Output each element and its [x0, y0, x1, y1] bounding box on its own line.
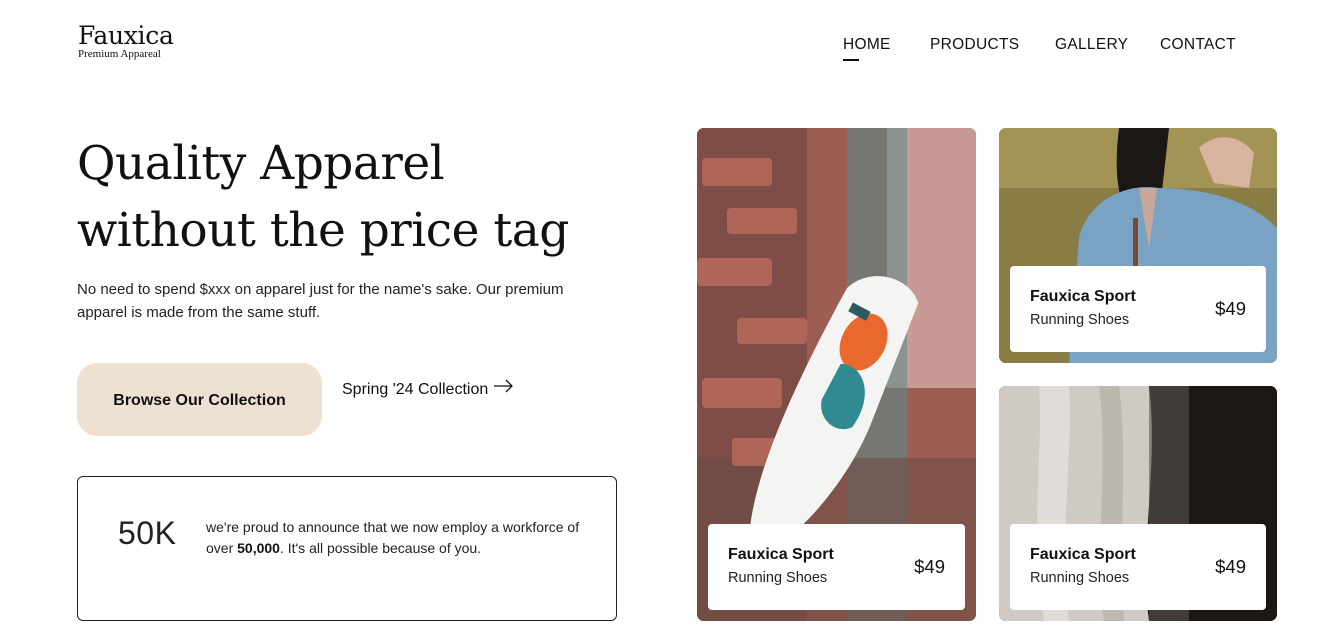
- spring-collection-link[interactable]: Spring '24 Collection: [342, 379, 514, 399]
- spring-collection-label: Spring '24 Collection: [342, 381, 489, 398]
- nav-item-contact[interactable]: CONTACT: [1160, 36, 1236, 54]
- brand-tagline: Premium Appareal: [78, 48, 161, 60]
- product-price: $49: [1215, 298, 1246, 319]
- stat-card: 50K we're proud to announce that we now …: [77, 476, 617, 621]
- product-name: Fauxica Sport: [1030, 288, 1136, 305]
- stat-number: 50K: [118, 515, 177, 551]
- browse-collection-button[interactable]: Browse Our Collection: [77, 363, 322, 436]
- nav-item-gallery[interactable]: GALLERY: [1055, 36, 1128, 54]
- product-info: Fauxica Sport Running Shoes $49: [708, 524, 965, 610]
- product-card-fabric[interactable]: Fauxica Sport Running Shoes $49: [999, 386, 1277, 621]
- nav-active-indicator: [843, 59, 859, 61]
- nav-item-home[interactable]: HOME: [843, 36, 891, 54]
- product-price: $49: [1215, 556, 1246, 577]
- product-name: Fauxica Sport: [1030, 546, 1136, 563]
- product-category: Running Shoes: [1030, 570, 1130, 586]
- product-category: Running Shoes: [728, 570, 828, 586]
- hero-title: Quality Apparel without the price tag: [77, 136, 569, 258]
- product-price: $49: [914, 556, 945, 577]
- brand-logo[interactable]: Fauxica Premium Appareal: [78, 22, 174, 60]
- product-info: Fauxica Sport Running Shoes $49: [1010, 524, 1266, 610]
- stat-text-bold: 50,000: [237, 540, 280, 556]
- product-card-denim[interactable]: Fauxica Sport Running Shoes $49: [999, 128, 1277, 363]
- product-info: Fauxica Sport Running Shoes $49: [1010, 266, 1266, 352]
- stat-text-after: . It's all possible because of you.: [279, 540, 482, 556]
- hero-description: No need to spend $xxx on apparel just fo…: [77, 281, 564, 321]
- product-card-shoe[interactable]: Fauxica Sport Running Shoes $49: [697, 128, 976, 621]
- arrow-right-icon: [494, 379, 514, 393]
- nav-item-products[interactable]: PRODUCTS: [930, 36, 1019, 54]
- brand-name: Fauxica: [78, 21, 174, 50]
- stat-text: we're proud to announce that we now empl…: [206, 517, 586, 559]
- product-category: Running Shoes: [1030, 312, 1130, 328]
- product-name: Fauxica Sport: [728, 546, 834, 563]
